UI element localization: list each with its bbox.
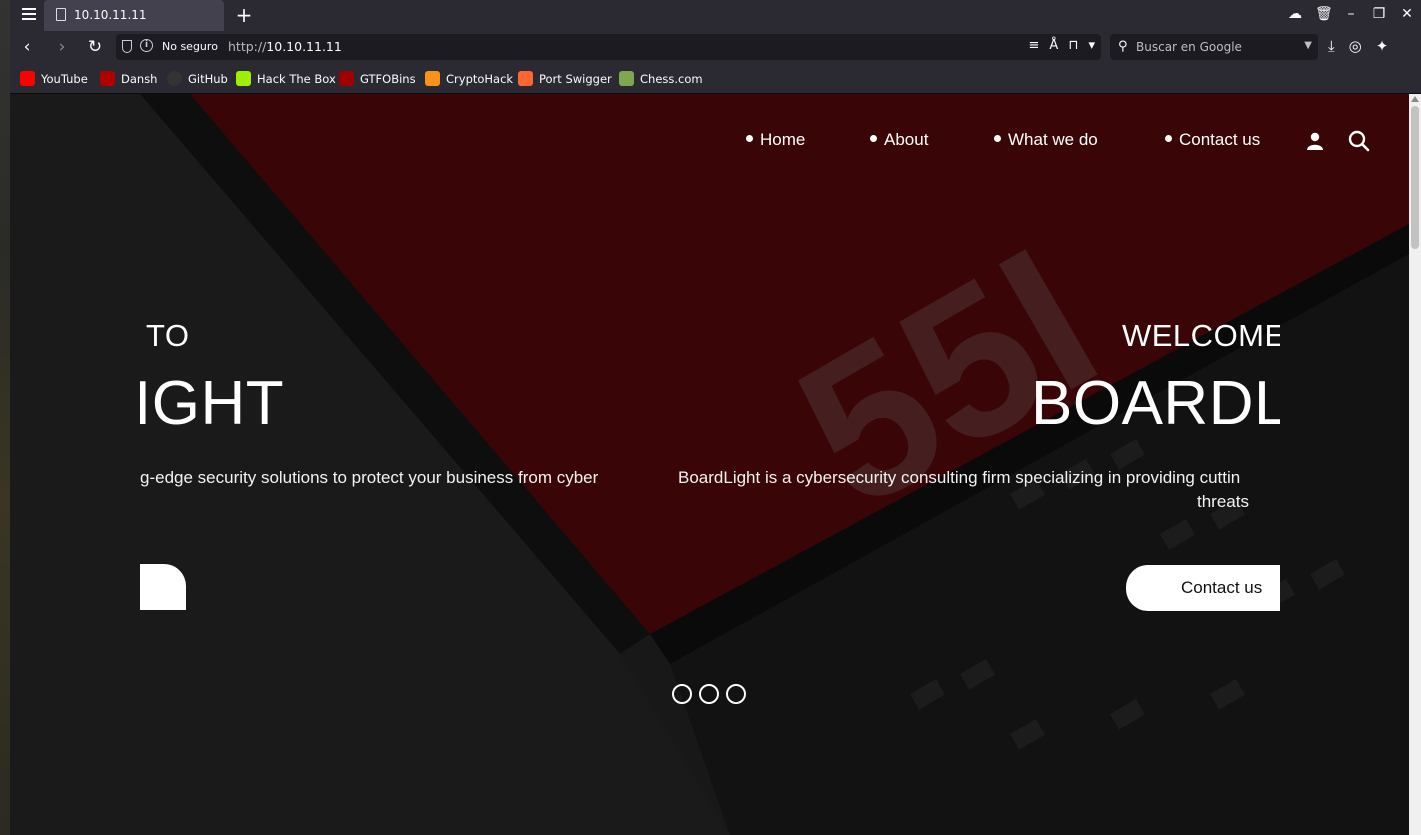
contact-us-button-label: Contact us bbox=[1181, 578, 1263, 597]
contact-us-button[interactable]: Contact us bbox=[1126, 565, 1280, 611]
slide-subtitle-right: WELCOME bbox=[1122, 318, 1280, 353]
url-bar[interactable]: i No seguro http://10.10.11.11 ≡ Å ⊓ ▾ bbox=[116, 34, 1101, 60]
tab-title: 10.10.11.11 bbox=[74, 8, 147, 22]
slide-desc-right-line1: BoardLight is a cybersecurity consulting… bbox=[678, 468, 1241, 487]
search-icon[interactable] bbox=[1348, 130, 1370, 152]
page-scrollbar[interactable] bbox=[1409, 94, 1421, 835]
nav-about[interactable]: About bbox=[870, 130, 928, 150]
app-menu-icon[interactable] bbox=[18, 5, 40, 25]
restore-icon[interactable]: ❐ bbox=[1371, 6, 1387, 22]
bookmarks-bar: YouTube Dansh GitHub Hack The Box GTFOBi… bbox=[10, 63, 1421, 94]
slide-title-right: BOARDL bbox=[1031, 369, 1280, 438]
page-icon bbox=[56, 8, 66, 21]
info-icon[interactable]: i bbox=[140, 39, 153, 52]
dropdown-icon[interactable]: ▾ bbox=[1088, 38, 1095, 53]
slider-dot-2[interactable] bbox=[699, 684, 719, 704]
new-tab-icon[interactable]: + bbox=[232, 3, 256, 27]
slider-dots bbox=[672, 684, 746, 704]
toolbar-extensions: ⤓ ◎ ✦ bbox=[1328, 37, 1388, 55]
chess-icon bbox=[619, 71, 634, 86]
download-icon[interactable]: ⤓ bbox=[1328, 37, 1335, 55]
bookmark-hackthebox[interactable]: Hack The Box bbox=[236, 71, 336, 86]
slide-desc-right-line2: threats bbox=[1197, 492, 1249, 511]
gtfobins-icon bbox=[339, 71, 354, 86]
nav-home[interactable]: Home bbox=[746, 130, 805, 150]
url-text[interactable]: http://10.10.11.11 bbox=[228, 39, 342, 54]
url-host: 10.10.11.11 bbox=[266, 39, 342, 54]
bookmark-youtube[interactable]: YouTube bbox=[20, 71, 88, 86]
hero-slider: TO IGHT g-edge security solutions to pro… bbox=[140, 294, 1280, 624]
browser-window: 10.10.11.11 + ☁ 🗑 – ❐ ✕ ‹ › ↻ i No segur… bbox=[10, 0, 1421, 835]
youtube-icon bbox=[20, 71, 35, 86]
reload-icon[interactable]: ↻ bbox=[84, 36, 106, 58]
nav-toolbar: ‹ › ↻ i No seguro http://10.10.11.11 ≡ Å… bbox=[10, 31, 1421, 63]
extension-mask-icon[interactable]: ◎ bbox=[1349, 37, 1362, 55]
search-placeholder: Buscar en Google bbox=[1136, 40, 1242, 54]
github-icon bbox=[167, 71, 182, 86]
translate-icon[interactable]: Å bbox=[1049, 38, 1058, 53]
scroll-up-arrow-icon[interactable] bbox=[1411, 96, 1419, 102]
bookmark-dansh[interactable]: Dansh bbox=[100, 71, 157, 86]
slider-dot-1[interactable] bbox=[672, 684, 692, 704]
nav-what-we-do[interactable]: What we do bbox=[994, 130, 1098, 150]
slide-subtitle-left: TO bbox=[146, 318, 190, 353]
hackthebox-icon bbox=[236, 71, 251, 86]
slide-desc-left: g-edge security solutions to protect you… bbox=[140, 468, 599, 487]
dansh-icon bbox=[100, 71, 115, 86]
tracking-shield-icon[interactable] bbox=[122, 40, 132, 53]
tab-strip: 10.10.11.11 + ☁ 🗑 – ❐ ✕ bbox=[10, 0, 1421, 31]
cloud-icon[interactable]: ☁ bbox=[1287, 6, 1303, 22]
url-scheme: http:// bbox=[228, 39, 267, 54]
chevron-down-icon[interactable]: ▼ bbox=[1304, 40, 1312, 51]
page-viewport: 55I Home About What we do Contact us TO … bbox=[10, 94, 1409, 835]
user-icon[interactable] bbox=[1306, 132, 1324, 150]
slide-title-left: IGHT bbox=[140, 369, 285, 438]
url-actions: ≡ Å ⊓ ▾ bbox=[1029, 38, 1096, 53]
search-icon: ⚲ bbox=[1118, 39, 1128, 54]
security-label: No seguro bbox=[162, 40, 218, 53]
desktop-background-strip bbox=[0, 0, 10, 835]
cryptohack-icon bbox=[425, 71, 440, 86]
trash-icon[interactable]: 🗑 bbox=[1315, 6, 1333, 22]
bookmark-github[interactable]: GitHub bbox=[167, 71, 228, 86]
bookmark-icon[interactable]: ⊓ bbox=[1068, 38, 1078, 53]
bookmark-cryptohack[interactable]: CryptoHack bbox=[425, 71, 513, 86]
extensions-puzzle-icon[interactable]: ✦ bbox=[1376, 37, 1389, 55]
close-icon[interactable]: ✕ bbox=[1399, 6, 1415, 22]
bookmark-gtfobins[interactable]: GTFOBins bbox=[339, 71, 416, 86]
portswigger-icon bbox=[518, 71, 533, 86]
minimize-icon[interactable]: – bbox=[1343, 6, 1359, 22]
nav-contact-us[interactable]: Contact us bbox=[1165, 130, 1260, 150]
slider-dot-3[interactable] bbox=[726, 684, 746, 704]
bookmark-portswigger[interactable]: Port Swigger bbox=[518, 71, 612, 86]
back-icon[interactable]: ‹ bbox=[16, 36, 38, 58]
reader-view-icon[interactable]: ≡ bbox=[1029, 38, 1040, 53]
window-controls: ☁ 🗑 – ❐ ✕ bbox=[1287, 6, 1415, 22]
tab-active[interactable]: 10.10.11.11 bbox=[44, 0, 224, 31]
forward-icon[interactable]: › bbox=[51, 36, 73, 58]
cta-button-left-partial[interactable] bbox=[140, 564, 186, 610]
bookmark-chess[interactable]: Chess.com bbox=[619, 71, 703, 86]
search-bar[interactable]: ⚲ Buscar en Google ▼ bbox=[1110, 34, 1318, 60]
scrollbar-thumb[interactable] bbox=[1411, 106, 1419, 249]
